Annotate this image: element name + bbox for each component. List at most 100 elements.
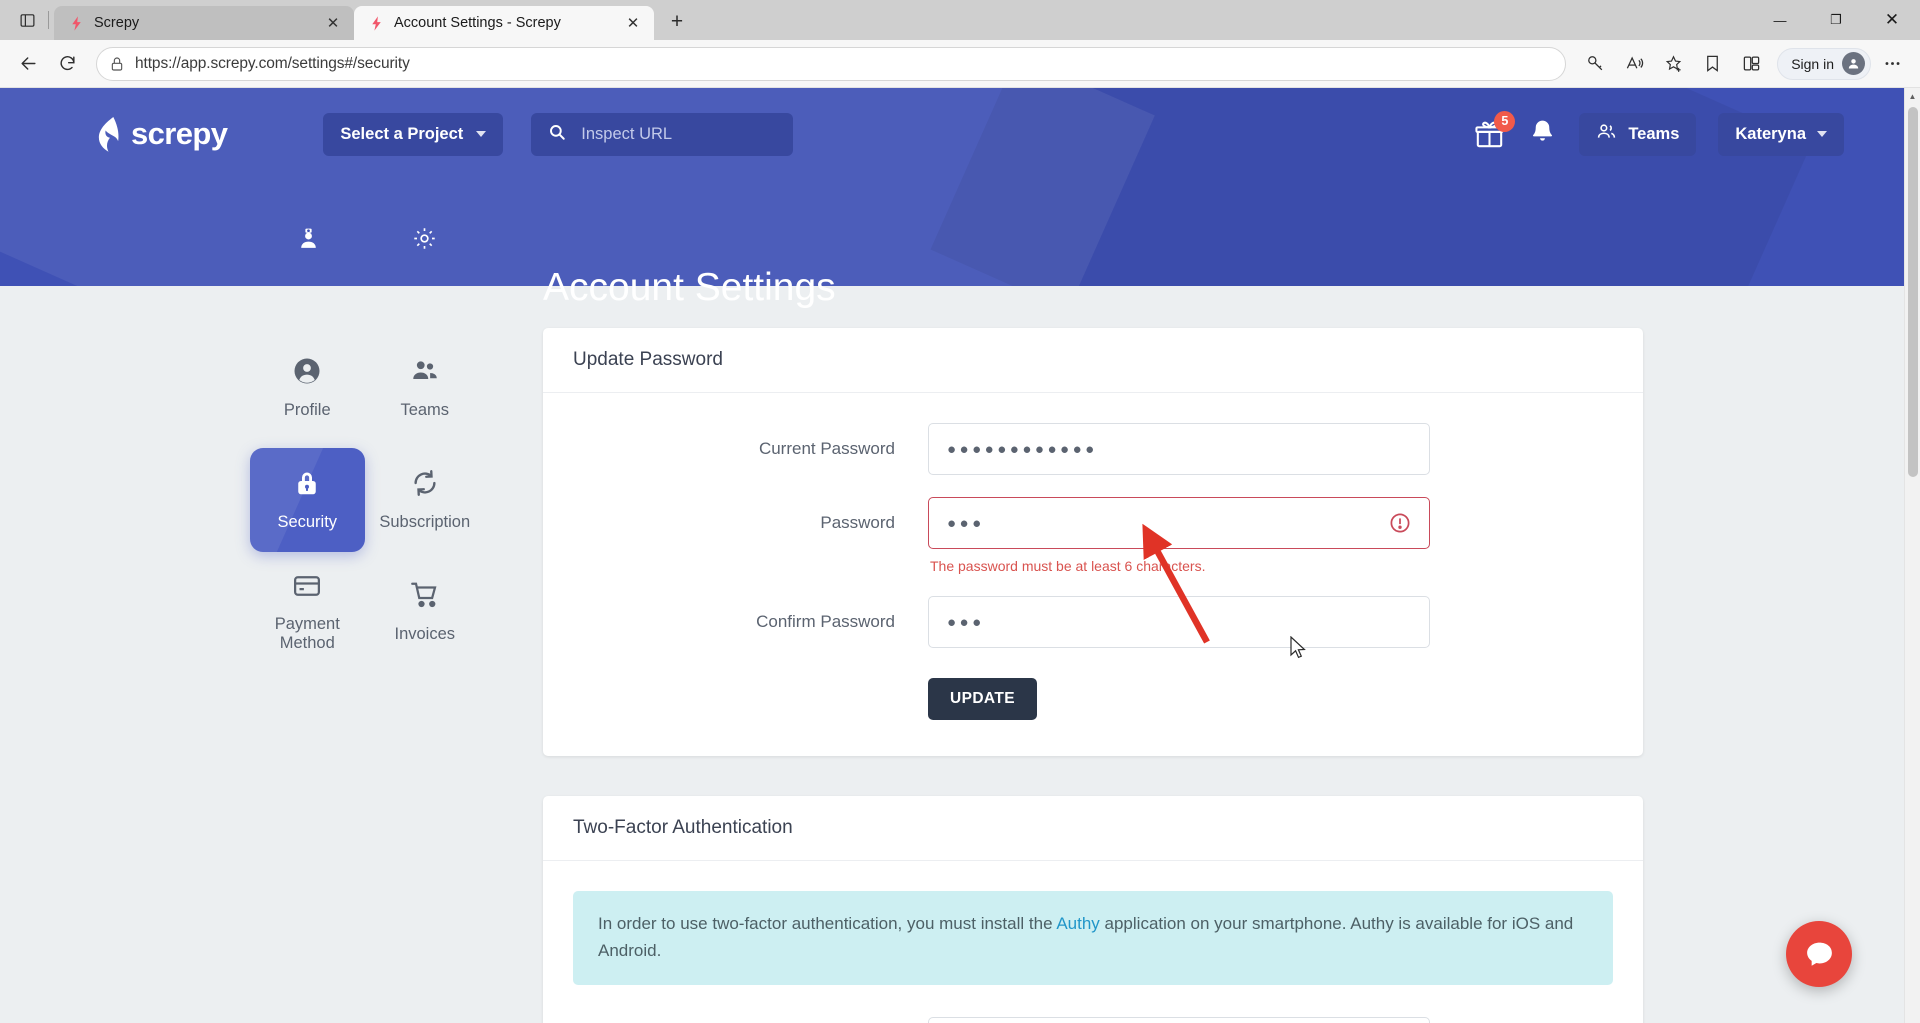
- mouse-cursor: [1290, 636, 1306, 659]
- info-prefix: In order to use two-factor authenticatio…: [598, 914, 1057, 933]
- current-password-input[interactable]: ●●●●●●●●●●●●: [928, 423, 1430, 475]
- update-password-card: Update Password Current Password ●●●●●●●…: [543, 328, 1643, 756]
- scroll-up-arrow[interactable]: ▲: [1905, 88, 1920, 105]
- reload-icon[interactable]: [49, 46, 85, 82]
- tab-close-icon[interactable]: ✕: [322, 12, 344, 34]
- sidebar-item-teams[interactable]: Teams: [368, 336, 483, 440]
- new-tab-button[interactable]: +: [660, 7, 694, 37]
- address-bar[interactable]: https://app.screpy.com/settings#/securit…: [96, 46, 1567, 81]
- chevron-down-icon: [476, 131, 487, 137]
- brand-name: screpy: [131, 116, 228, 151]
- read-aloud-icon[interactable]: [1616, 46, 1652, 82]
- window-minimize-button[interactable]: —: [1752, 0, 1808, 40]
- current-password-row: Current Password ●●●●●●●●●●●●: [573, 423, 1613, 475]
- password-row: Password ●●● The password must be at lea…: [573, 497, 1613, 574]
- browser-tab-1[interactable]: Account Settings - Screpy ✕: [354, 6, 654, 40]
- sidebar-item-invoices[interactable]: Invoices: [368, 560, 483, 664]
- search-icon: [548, 123, 566, 146]
- chat-bubble-icon: [1806, 942, 1832, 966]
- lock-icon: [292, 468, 322, 503]
- window-close-button[interactable]: ✕: [1864, 0, 1920, 40]
- project-select-label: Select a Project: [340, 124, 464, 143]
- update-password-body: Current Password ●●●●●●●●●●●● Password ●…: [543, 393, 1643, 756]
- tab-actions-icon[interactable]: [8, 3, 46, 37]
- password-field-col: ●●● The password must be at least 6 char…: [928, 497, 1430, 574]
- tab-title: Account Settings - Screpy: [394, 15, 561, 31]
- url-text: https://app.screpy.com/settings#/securit…: [135, 54, 410, 72]
- sidebar-item-payment-method[interactable]: Payment Method: [250, 560, 365, 664]
- favorite-add-icon[interactable]: [1655, 46, 1691, 82]
- browser-tab-0[interactable]: Screpy ✕: [54, 6, 354, 40]
- credit-card-icon: [292, 571, 322, 606]
- back-icon[interactable]: [10, 46, 46, 82]
- inspect-url-placeholder: Inspect URL: [581, 124, 673, 143]
- scrollbar-thumb[interactable]: [1908, 107, 1918, 477]
- notifications-button[interactable]: [1528, 117, 1557, 151]
- project-select-dropdown[interactable]: Select a Project: [323, 112, 504, 156]
- update-button-row: UPDATE: [573, 670, 1613, 720]
- cart-icon: [410, 580, 440, 615]
- confirm-password-row: Confirm Password ●●●: [573, 596, 1613, 648]
- two-factor-title: Two-Factor Authentication: [543, 796, 1643, 861]
- refresh-icon: [410, 468, 440, 503]
- browser-window: Screpy ✕ Account Settings - Screpy ✕ + —…: [0, 0, 1920, 1023]
- navbar-right: 5 Teams Kateryna: [1473, 110, 1844, 156]
- current-password-field-col: ●●●●●●●●●●●●: [928, 423, 1430, 475]
- sidebar-item-profile[interactable]: Profile: [250, 336, 365, 440]
- country-code-row: Country Code: [573, 1016, 1613, 1023]
- page-scrollbar[interactable]: ▲: [1904, 88, 1920, 1023]
- password-error-message: The password must be at least 6 characte…: [930, 558, 1206, 574]
- password-label: Password: [820, 513, 895, 532]
- sign-in-label: Sign in: [1791, 55, 1834, 72]
- confirm-password-value: ●●●: [947, 613, 985, 631]
- sidebar-item-label: Payment Method: [274, 615, 340, 652]
- app-navbar: screpy Select a Project Inspect URL 5 Te…: [0, 88, 1904, 180]
- two-factor-card: Two-Factor Authentication In order to us…: [543, 796, 1643, 1023]
- user-menu-button[interactable]: Kateryna: [1718, 112, 1844, 156]
- window-maximize-button[interactable]: ❐: [1808, 0, 1864, 40]
- chevron-down-icon: [1817, 131, 1827, 137]
- sidebar-item-label: Teams: [400, 400, 450, 419]
- password-input[interactable]: ●●●: [928, 497, 1430, 549]
- sidebar-item-label: Security: [277, 512, 338, 531]
- update-password-title: Update Password: [543, 328, 1643, 393]
- browser-toolbar: https://app.screpy.com/settings#/securit…: [0, 40, 1920, 88]
- lock-icon: [109, 56, 125, 72]
- sidebar-item-label: Profile: [283, 400, 331, 419]
- gift-button[interactable]: 5: [1473, 110, 1516, 151]
- sidebar-item-subscription[interactable]: Subscription: [368, 448, 483, 552]
- settings-more-icon[interactable]: [1874, 46, 1910, 82]
- authy-link[interactable]: Authy: [1056, 914, 1099, 933]
- tab-strip: Screpy ✕ Account Settings - Screpy ✕ + —…: [0, 0, 1920, 40]
- sign-in-button[interactable]: Sign in: [1777, 47, 1871, 80]
- inspect-url-input[interactable]: Inspect URL: [531, 112, 794, 156]
- teams-label: Teams: [1628, 124, 1680, 143]
- sidebar-item-label: Subscription: [379, 512, 471, 531]
- people-icon: [410, 356, 440, 391]
- page-viewport: screpy Select a Project Inspect URL 5 Te…: [0, 88, 1920, 1023]
- sidebar-grid: Profile Teams Security Subscription Paym…: [250, 284, 482, 664]
- screpy-logo[interactable]: screpy: [95, 116, 228, 152]
- country-code-input[interactable]: [928, 1016, 1430, 1023]
- favorites-icon[interactable]: [1694, 46, 1730, 82]
- tab-close-icon[interactable]: ✕: [622, 12, 644, 34]
- update-button[interactable]: UPDATE: [928, 678, 1037, 720]
- confirm-password-input[interactable]: ●●●: [928, 596, 1430, 648]
- key-icon[interactable]: [1577, 46, 1613, 82]
- error-circle-icon: [1389, 512, 1411, 534]
- sidebar-item-security[interactable]: Security: [250, 448, 365, 552]
- teams-button[interactable]: Teams: [1579, 112, 1697, 156]
- chat-launcher-button[interactable]: [1786, 921, 1852, 987]
- avatar: [1842, 52, 1865, 75]
- country-code-field-col: [928, 1016, 1430, 1023]
- gear-icon[interactable]: [412, 226, 437, 256]
- collections-icon[interactable]: [1733, 46, 1769, 82]
- settings-sidebar: Profile Teams Security Subscription Paym…: [250, 228, 482, 664]
- gift-badge: 5: [1494, 110, 1516, 132]
- sidebar-item-label: Invoices: [394, 624, 456, 643]
- password-value: ●●●: [947, 514, 985, 532]
- account-user-icon[interactable]: [296, 226, 321, 256]
- current-password-value: ●●●●●●●●●●●●: [947, 440, 1098, 458]
- screpy-bolt-icon: [95, 117, 122, 152]
- current-password-label: Current Password: [758, 439, 895, 458]
